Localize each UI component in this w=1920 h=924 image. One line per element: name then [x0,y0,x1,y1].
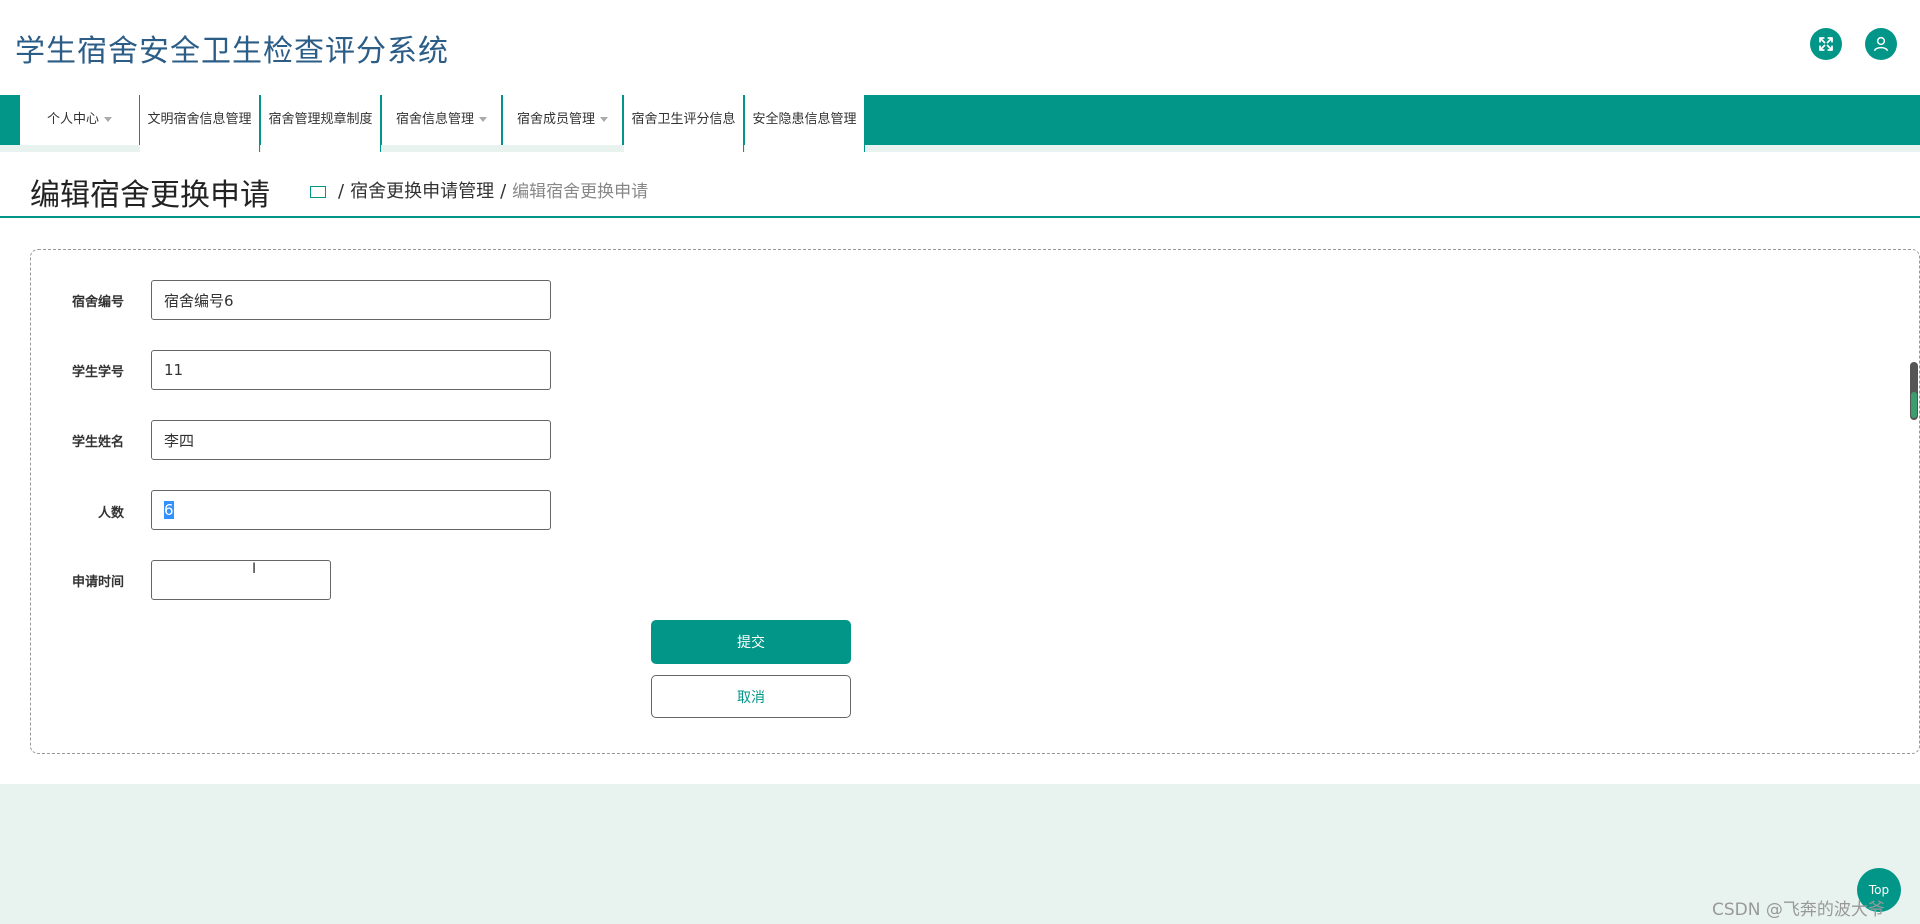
text-cursor-icon: Ι [252,561,257,577]
nav-item-label: 文明宿舍信息管理 [147,112,252,127]
scrollbar[interactable] [1910,362,1918,420]
fullscreen-button[interactable] [1810,28,1842,60]
nav-item-label: 安全隐患信息管理 [752,112,857,127]
breadcrumb: / 宿舍更换申请管理 / 编辑宿舍更换申请 [310,177,648,203]
apply-time-input[interactable] [151,560,331,600]
student-name-label: 学生姓名 [71,435,124,450]
caret-down-icon [104,117,112,122]
user-icon [1873,36,1889,52]
headcount-input[interactable]: 6 [151,490,551,530]
nav-item-dorm-members[interactable]: 宿舍成员管理 [503,95,623,145]
nav-item-label: 个人中心 [46,112,99,127]
student-id-input[interactable] [151,350,551,390]
nav-item-label: 宿舍信息管理 [395,112,474,127]
page-header [0,152,1920,218]
app-title: 学生宿舍安全卫生检查评分系统 [15,34,449,69]
caret-down-icon [479,117,487,122]
breadcrumb-separator: / [500,181,507,202]
user-menu-button[interactable] [1865,28,1897,60]
dorm-number-input[interactable] [151,280,551,320]
submit-button[interactable]: 提交 [651,620,851,664]
student-id-label: 学生学号 [71,365,124,380]
page-title: 编辑宿舍更换申请 [30,178,270,213]
nav-item-personal-center[interactable]: 个人中心 [20,95,140,145]
expand-icon [1819,37,1833,51]
headcount-value: 6 [164,501,174,519]
nav-item-label: 宿舍成员管理 [516,112,595,127]
breadcrumb-separator: / [338,181,345,202]
dorm-number-label: 宿舍编号 [71,295,124,310]
nav-item-label: 宿舍卫生评分信息 [631,112,736,127]
watermark: CSDN @飞奔的波大爷 [1712,900,1885,920]
home-icon[interactable] [310,186,326,198]
nav-item-dorm-info[interactable]: 宿舍信息管理 [382,95,502,145]
breadcrumb-current: 编辑宿舍更换申请 [512,182,649,202]
caret-down-icon [600,117,608,122]
nav-item-label: 宿舍管理规章制度 [268,112,373,127]
breadcrumb-parent[interactable]: 宿舍更换申请管理 [350,181,494,202]
student-name-input[interactable] [151,420,551,460]
cancel-button[interactable]: 取消 [651,675,851,718]
headcount-label: 人数 [97,506,124,521]
apply-time-label: 申请时间 [71,575,124,590]
